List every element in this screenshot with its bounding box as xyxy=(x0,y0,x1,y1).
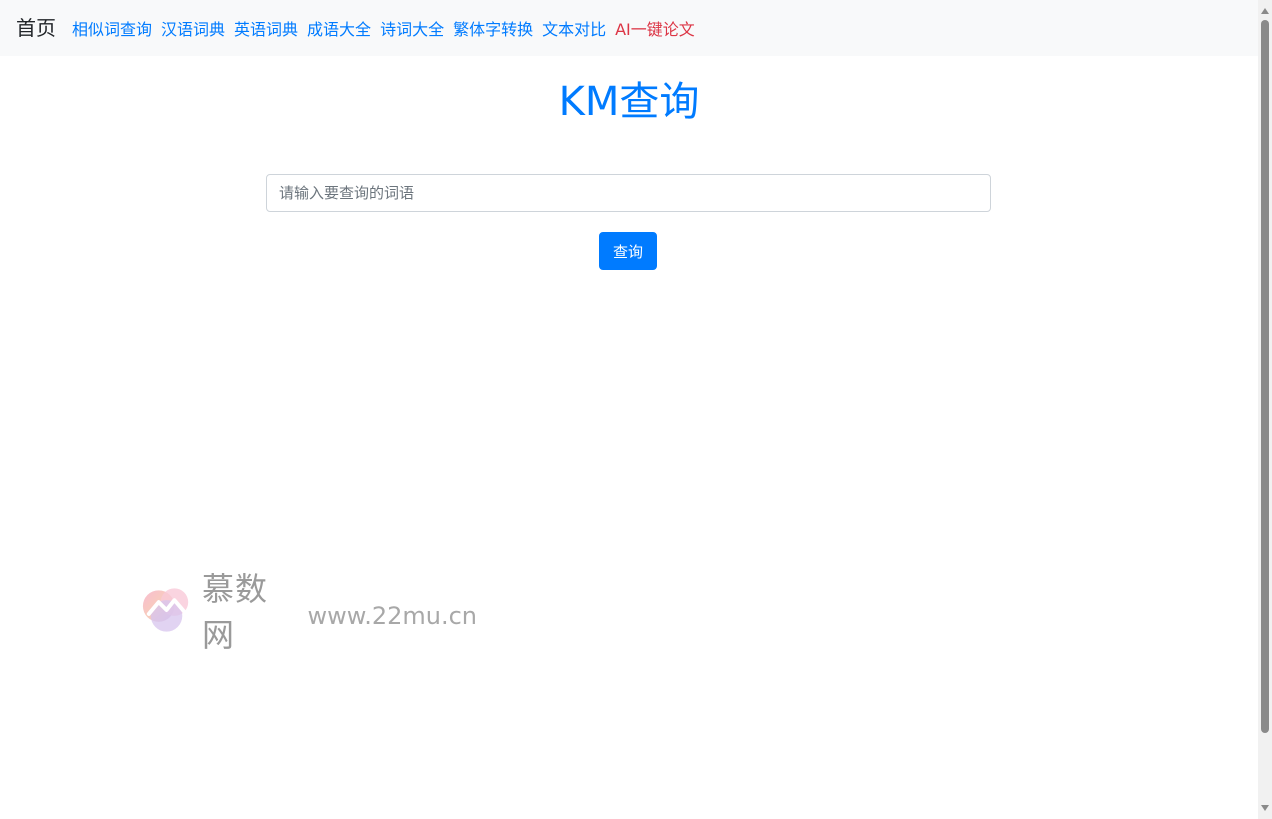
top-navbar: 首页 相似词查询 汉语词典 英语词典 成语大全 诗词大全 繁体字转换 文本对比 … xyxy=(0,0,1258,56)
nav-link-traditional-conversion[interactable]: 繁体字转换 xyxy=(453,16,533,40)
watermark: 慕数网 www.22mu.cn xyxy=(137,570,477,654)
nav-link-text-compare[interactable]: 文本对比 xyxy=(542,16,606,40)
nav-link-english-dictionary[interactable]: 英语词典 xyxy=(234,16,298,40)
vertical-scrollbar[interactable] xyxy=(1258,0,1272,819)
page-title: KM查询 xyxy=(558,79,700,125)
nav-link-ai-paper[interactable]: AI一键论文 xyxy=(615,16,695,40)
watermark-name: 慕数网 xyxy=(202,570,269,654)
home-link[interactable]: 首页 xyxy=(16,0,56,56)
nav-link-idioms[interactable]: 成语大全 xyxy=(307,16,371,40)
search-input[interactable] xyxy=(266,174,991,212)
nav-link-similar-words[interactable]: 相似词查询 xyxy=(72,16,152,40)
scroll-thumb[interactable] xyxy=(1261,20,1269,733)
nav-link-chinese-dictionary[interactable]: 汉语词典 xyxy=(161,16,225,40)
page: 首页 相似词查询 汉语词典 英语词典 成语大全 诗词大全 繁体字转换 文本对比 … xyxy=(0,0,1272,819)
scroll-up-arrow-icon[interactable] xyxy=(1261,8,1269,14)
cloud-mountain-logo-icon xyxy=(142,588,189,632)
search-button[interactable]: 查询 xyxy=(599,232,657,270)
nav-link-poetry[interactable]: 诗词大全 xyxy=(380,16,444,40)
watermark-url: www.22mu.cn xyxy=(307,602,477,630)
scroll-down-arrow-icon[interactable] xyxy=(1261,805,1269,811)
